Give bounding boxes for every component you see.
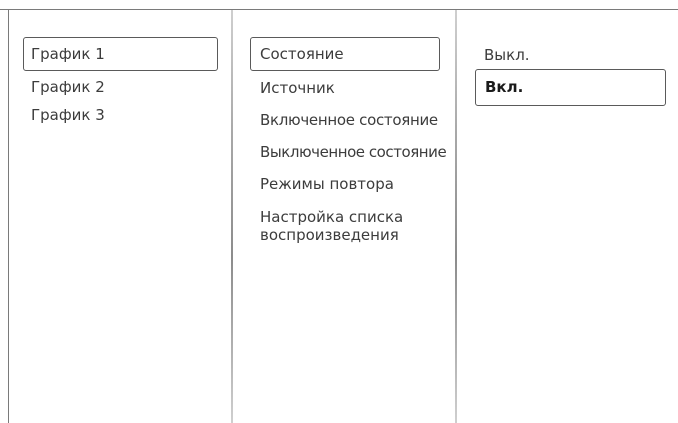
top-border [0,9,678,10]
schedule-item-3[interactable]: График 3 [23,99,218,127]
schedule-item-1[interactable]: График 1 [23,37,218,71]
schedule-item-2[interactable]: График 2 [23,71,218,99]
settings-item-repeat-modes[interactable]: Режимы повтора [250,166,450,198]
column-divider-2 [455,10,457,423]
column-divider-1 [231,10,233,423]
value-item-on[interactable]: Вкл. [475,69,666,106]
settings-item-state[interactable]: Состояние [250,37,440,71]
settings-item-source[interactable]: Источник [250,71,450,102]
left-border [8,9,9,423]
settings-item-playlist-setup[interactable]: Настройка списка воспроизведения [250,198,450,256]
settings-item-off-state[interactable]: Выключенное состояние [250,134,454,166]
settings-item-on-state[interactable]: Включенное состояние [250,102,453,134]
value-item-off[interactable]: Выкл. [475,37,665,69]
